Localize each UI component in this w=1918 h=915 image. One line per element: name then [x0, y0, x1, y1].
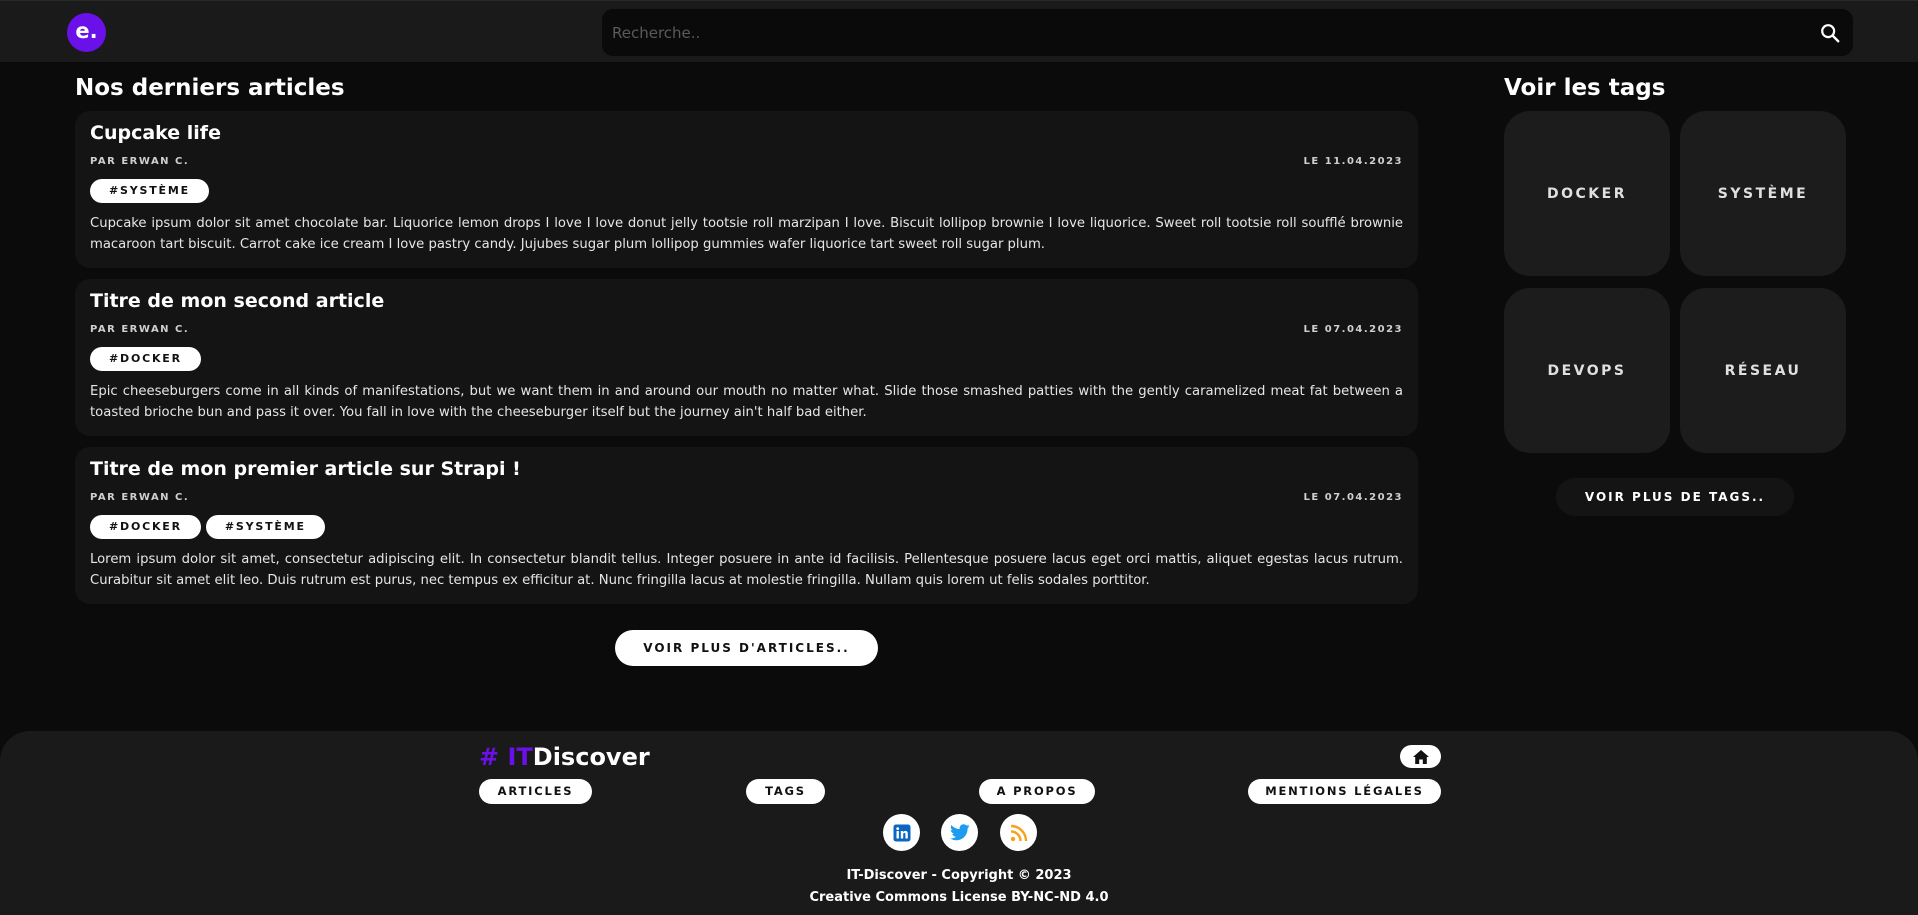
footer-link-tags[interactable]: TAGS — [746, 779, 825, 804]
home-button[interactable] — [1400, 745, 1441, 768]
linkedin-icon — [893, 824, 910, 841]
tag-tile-systeme[interactable]: SYSTÈME — [1680, 111, 1846, 276]
article-author: PAR ERWAN C. — [90, 324, 190, 335]
footer-brand[interactable]: # ITDiscover — [479, 743, 650, 771]
footer-link-apropos[interactable]: A PROPOS — [979, 779, 1095, 804]
article-excerpt: Epic cheeseburgers come in all kinds of … — [90, 384, 1403, 420]
article-title[interactable]: Titre de mon second article — [90, 290, 384, 312]
tag-tile-devops[interactable]: DEVOPS — [1504, 288, 1670, 453]
footer-copyright: IT-Discover - Copyright © 2023 Creative … — [0, 865, 1918, 909]
article-tag[interactable]: #DOCKER — [90, 515, 201, 539]
tags-section-title: Voir les tags — [1504, 75, 1666, 101]
article-tags: #SYSTÈME — [90, 179, 209, 203]
article-date: LE 07.04.2023 — [1303, 324, 1403, 335]
article-tag[interactable]: #SYSTÈME — [90, 179, 209, 203]
twitter-icon — [949, 824, 970, 841]
article-title[interactable]: Cupcake life — [90, 122, 221, 144]
brand-rest: Discover — [532, 743, 650, 771]
articles-section-title: Nos derniers articles — [75, 75, 345, 101]
rss-icon — [1010, 824, 1027, 841]
more-articles-button[interactable]: VOIR PLUS D'ARTICLES.. — [615, 630, 878, 666]
rss-button[interactable] — [1000, 814, 1037, 851]
brand-it: IT — [507, 743, 533, 771]
article-author: PAR ERWAN C. — [90, 156, 190, 167]
site-logo[interactable]: e. — [67, 13, 106, 52]
license-text[interactable]: Creative Commons License BY-NC-ND 4.0 — [0, 887, 1918, 909]
footer-link-mentions-legales[interactable]: MENTIONS LÉGALES — [1248, 779, 1441, 804]
search-input[interactable] — [612, 9, 1792, 56]
more-tags-button[interactable]: VOIR PLUS DE TAGS.. — [1556, 478, 1794, 516]
article-card[interactable]: Titre de mon premier article sur Strapi … — [75, 447, 1418, 604]
article-date: LE 07.04.2023 — [1303, 492, 1403, 503]
article-excerpt: Cupcake ipsum dolor sit amet chocolate b… — [90, 216, 1403, 252]
top-header: e. — [0, 0, 1918, 62]
article-tags: #DOCKER #SYSTÈME — [90, 515, 325, 539]
article-card[interactable]: Cupcake life PAR ERWAN C. LE 11.04.2023 … — [75, 111, 1418, 268]
article-date: LE 11.04.2023 — [1303, 156, 1403, 167]
site-footer: # ITDiscover ARTICLES TAGS A PROPOS MENT… — [0, 731, 1918, 915]
article-excerpt: Lorem ipsum dolor sit amet, consectetur … — [90, 552, 1403, 588]
footer-link-articles[interactable]: ARTICLES — [479, 779, 592, 804]
article-author: PAR ERWAN C. — [90, 492, 190, 503]
twitter-button[interactable] — [941, 814, 978, 851]
copyright-text: IT-Discover - Copyright © 2023 — [846, 868, 1072, 883]
article-title[interactable]: Titre de mon premier article sur Strapi … — [90, 458, 521, 480]
article-card[interactable]: Titre de mon second article PAR ERWAN C.… — [75, 279, 1418, 436]
tag-tile-docker[interactable]: DOCKER — [1504, 111, 1670, 276]
article-tag[interactable]: #SYSTÈME — [205, 515, 325, 539]
tag-tile-reseau[interactable]: RÉSEAU — [1680, 288, 1846, 453]
search-bar — [602, 9, 1853, 56]
article-tags: #DOCKER — [90, 347, 201, 371]
home-icon — [1412, 749, 1429, 764]
article-tag[interactable]: #DOCKER — [90, 347, 201, 371]
brand-hash: # — [479, 743, 508, 771]
search-icon[interactable] — [1819, 22, 1841, 44]
linkedin-button[interactable] — [883, 814, 920, 851]
